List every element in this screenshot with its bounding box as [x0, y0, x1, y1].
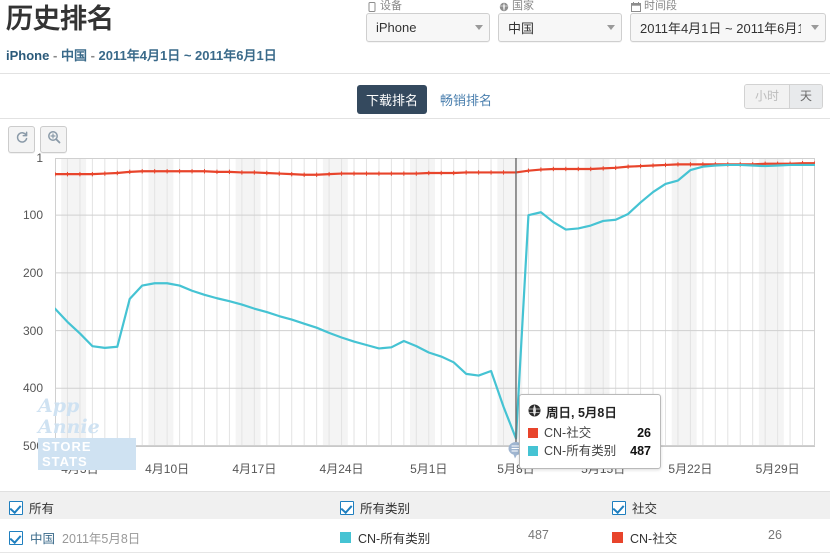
legend-header-overall[interactable]: 所有类别: [340, 498, 410, 517]
x-axis-tick: 5月22日: [668, 460, 712, 477]
reset-zoom-button[interactable]: [8, 126, 35, 153]
device-icon: [367, 2, 377, 12]
country-select[interactable]: 中国: [498, 13, 622, 42]
country-selector-group: 国家 中国: [498, 0, 622, 42]
row-series-social: CN-社交: [612, 528, 677, 547]
table-row: 中国 2011年5月8日 CN-所有类别 487 CN-社交 26: [0, 519, 830, 553]
y-axis-tick: 100: [23, 208, 43, 222]
chevron-down-icon: [607, 25, 615, 30]
row-series-social-name: CN-社交: [630, 528, 677, 547]
series-color-swatch: [528, 428, 538, 438]
rank-type-tabs: 下载排名 畅销排名: [357, 85, 501, 114]
period-selector-group: 时间段 2011年4月1日 ~ 2011年6月1...: [630, 0, 826, 42]
globe-icon: [499, 2, 509, 12]
tooltip-series-name: CN-社交: [544, 424, 631, 442]
tooltip-date: 周日, 5月8日: [546, 402, 617, 421]
legend-header-all[interactable]: 所有: [9, 498, 54, 517]
legend-table-header: 所有 所有类别 社交: [0, 491, 830, 520]
granularity-hour[interactable]: 小时: [745, 85, 790, 108]
chart-tooltip: 周日, 5月8日 CN-社交 26 CN-所有类别 487: [519, 394, 661, 469]
breadcrumb: iPhone - 中国 - 2011年4月1日 ~ 2011年6月1日: [6, 47, 277, 65]
reset-icon: [15, 130, 29, 149]
page-header: 历史排名 设备 iPhone: [0, 0, 830, 46]
legend-header-all-label: 所有: [29, 498, 54, 517]
chart-svg: [55, 158, 815, 446]
granularity-day[interactable]: 天: [790, 85, 822, 108]
y-axis-tick: 200: [23, 266, 43, 280]
y-axis-tick: 500: [23, 439, 43, 453]
x-axis-tick: 4月24日: [320, 460, 364, 477]
legend-header-social[interactable]: 社交: [612, 498, 657, 517]
period-label-text: 时间段: [644, 0, 677, 13]
country-select-value: 中国: [508, 18, 534, 37]
zoom-in-button[interactable]: [40, 126, 67, 153]
chart-toolbar: [8, 126, 67, 153]
tab-grossing-rank[interactable]: 畅销排名: [431, 85, 501, 114]
row-series-overall-name: CN-所有类别: [358, 528, 430, 547]
tooltip-row-social: CN-社交 26: [528, 424, 651, 442]
calendar-icon: [631, 2, 641, 12]
period-select-value: 2011年4月1日 ~ 2011年6月1...: [640, 18, 801, 37]
device-select-value: iPhone: [376, 20, 416, 35]
x-axis-labels: 4月3日4月10日4月17日4月24日5月1日5月8日5月15日5月22日5月2…: [55, 460, 815, 484]
checkbox-overall[interactable]: [340, 501, 354, 515]
country-selector-label: 国家: [498, 0, 622, 13]
row-country-cell[interactable]: 中国 2011年5月8日: [9, 528, 140, 547]
x-axis-tick: 5月1日: [410, 460, 447, 477]
device-select[interactable]: iPhone: [366, 13, 490, 42]
history-rank-chart[interactable]: 1100200300400500 4月3日4月10日4月17日4月24日5月1日…: [0, 155, 830, 490]
device-selector-label: 设备: [366, 0, 490, 13]
annotation-icon[interactable]: [71, 441, 88, 464]
legend-header-social-label: 社交: [632, 498, 657, 517]
series-color-swatch: [528, 446, 538, 456]
checkbox-social[interactable]: [612, 501, 626, 515]
device-label-text: 设备: [380, 0, 402, 13]
period-select[interactable]: 2011年4月1日 ~ 2011年6月1...: [630, 13, 826, 42]
tooltip-series-name: CN-所有类别: [544, 442, 624, 460]
y-axis-labels: 1100200300400500: [0, 155, 50, 455]
tooltip-series-value: 26: [637, 424, 651, 442]
y-axis-tick: 1: [36, 151, 43, 165]
series-color-swatch: [340, 532, 351, 543]
period-selector-label: 时间段: [630, 0, 826, 13]
checkbox-all[interactable]: [9, 501, 23, 515]
legend-header-overall-label: 所有类别: [360, 498, 410, 517]
row-date-label: 2011年5月8日: [62, 528, 140, 547]
row-series-overall-value: 487: [528, 528, 549, 542]
breadcrumb-country: 中国: [61, 48, 87, 63]
x-axis-line: [55, 446, 815, 447]
tooltip-header: 周日, 5月8日: [528, 402, 651, 421]
granularity-toggle: 小时 天: [744, 84, 823, 109]
x-axis-tick: 4月10日: [145, 460, 189, 477]
chevron-down-icon: [811, 25, 819, 30]
chevron-down-icon: [475, 25, 483, 30]
globe-icon: [528, 404, 541, 420]
chart-plot-area[interactable]: [55, 158, 815, 446]
x-axis-tick: 5月29日: [756, 460, 800, 477]
breadcrumb-sep-1: -: [53, 48, 57, 63]
tooltip-row-overall: CN-所有类别 487: [528, 442, 651, 460]
tab-download-rank[interactable]: 下载排名: [357, 85, 427, 114]
device-selector-group: 设备 iPhone: [366, 0, 490, 42]
checkbox-row-country[interactable]: [9, 531, 23, 545]
series-color-swatch: [612, 532, 623, 543]
breadcrumb-sep-2: -: [91, 48, 95, 63]
magnifier-icon: [47, 130, 61, 149]
breadcrumb-range: 2011年4月1日 ~ 2011年6月1日: [99, 48, 277, 63]
tooltip-series-value: 487: [630, 442, 651, 460]
legend-table: 所有 所有类别 社交 中国 2011年5月8日 CN-所有类别 487: [0, 491, 830, 552]
page-title: 历史排名: [6, 2, 114, 36]
breadcrumb-device: iPhone: [6, 48, 49, 63]
y-axis-tick: 300: [23, 324, 43, 338]
row-country-label: 中国: [30, 528, 55, 547]
row-series-overall: CN-所有类别: [340, 528, 430, 547]
country-label-text: 国家: [512, 0, 534, 13]
divider-tabbar: [0, 118, 830, 119]
chart-tabbar: 下载排名 畅销排名 小时 天: [0, 74, 830, 118]
historical-rank-page: 历史排名 设备 iPhone: [0, 0, 830, 552]
filter-selectors: 设备 iPhone 国家 中国: [366, 0, 826, 42]
y-axis-tick: 400: [23, 381, 43, 395]
x-axis-tick: 4月17日: [232, 460, 276, 477]
row-series-social-value: 26: [768, 528, 782, 542]
